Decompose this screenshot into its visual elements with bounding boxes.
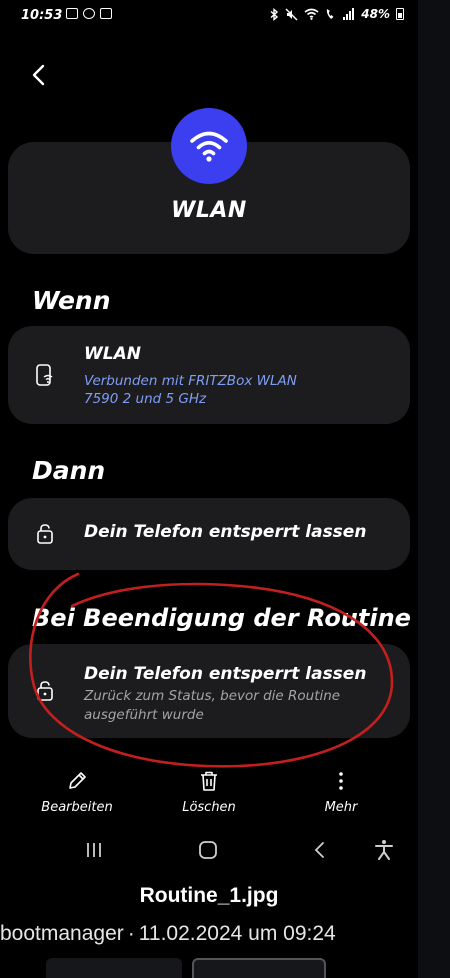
thumbnail-strip bbox=[0, 958, 450, 978]
status-bar: 10:53 48% bbox=[0, 0, 418, 30]
delete-label: Löschen bbox=[182, 800, 236, 815]
if-condition-title: WLAN bbox=[84, 344, 141, 364]
more-button[interactable]: Mehr bbox=[286, 770, 396, 815]
chevron-left-icon[interactable] bbox=[28, 62, 52, 88]
end-action-card[interactable]: Dein Telefon entsperrt lassen Zurück zum… bbox=[8, 644, 410, 738]
notification-icons bbox=[66, 8, 112, 19]
meta-separator: · bbox=[127, 922, 135, 945]
battery-icon bbox=[396, 8, 404, 20]
gallery-icon bbox=[66, 8, 78, 19]
if-condition-detail-line2: 7590 2 und 5 GHz bbox=[84, 391, 207, 407]
attachment-author: bootmanager bbox=[0, 922, 124, 945]
more-vertical-icon bbox=[339, 772, 343, 790]
signal-icon bbox=[343, 8, 355, 20]
thumbnail-tab-selected[interactable] bbox=[192, 958, 326, 978]
delete-button[interactable]: Löschen bbox=[154, 770, 264, 815]
edit-button[interactable]: Bearbeiten bbox=[22, 770, 132, 815]
if-condition-card[interactable]: WLAN Verbunden mit FRITZBox WLAN 7590 2 … bbox=[8, 326, 410, 424]
phone-wifi-icon bbox=[36, 364, 53, 386]
wifi-status-icon bbox=[304, 8, 319, 20]
lock-icon bbox=[37, 681, 53, 701]
phone-sync-icon bbox=[100, 8, 112, 19]
attachment-filename: Routine_1.jpg bbox=[139, 884, 279, 907]
routine-title: WLAN bbox=[171, 198, 247, 223]
battery-percent: 48% bbox=[361, 7, 390, 21]
end-action-detail-line2: ausgeführt wurde bbox=[84, 707, 204, 723]
more-label: Mehr bbox=[324, 800, 358, 815]
attachment-date: 11.02.2024 um 09:24 bbox=[138, 922, 336, 945]
nav-back-icon[interactable] bbox=[308, 838, 332, 862]
pencil-icon bbox=[69, 772, 86, 789]
then-action-title: Dein Telefon entsperrt lassen bbox=[84, 522, 367, 542]
section-heading-if: Wenn bbox=[32, 286, 111, 315]
then-action-card[interactable]: Dein Telefon entsperrt lassen bbox=[8, 498, 410, 570]
network-4g-icon bbox=[83, 8, 95, 19]
lock-icon bbox=[37, 524, 53, 544]
end-action-detail-line1: Zurück zum Status, bevor die Routine bbox=[84, 688, 341, 704]
routine-icon bbox=[171, 108, 247, 184]
mute-icon bbox=[285, 8, 298, 20]
recent-apps-icon[interactable] bbox=[82, 838, 106, 862]
accessibility-icon[interactable] bbox=[372, 838, 396, 862]
phone-screen: 10:53 48% WLAN Wenn WLAN Verbunden mit F… bbox=[0, 0, 418, 872]
section-heading-then: Dann bbox=[32, 456, 106, 485]
home-icon[interactable] bbox=[196, 838, 220, 862]
if-condition-detail-line1: Verbunden mit FRITZBox WLAN bbox=[84, 373, 297, 389]
system-navigation-bar bbox=[0, 832, 418, 868]
trash-icon bbox=[201, 771, 217, 791]
edit-label: Bearbeiten bbox=[41, 800, 113, 815]
wifi-icon bbox=[190, 131, 228, 162]
background-strip bbox=[418, 0, 450, 978]
bluetooth-icon bbox=[270, 7, 279, 21]
end-action-title: Dein Telefon entsperrt lassen bbox=[84, 664, 367, 684]
attachment-meta: bootmanager · 11.02.2024 um 09:24 bbox=[0, 922, 336, 946]
thumbnail-tab[interactable] bbox=[46, 958, 182, 978]
wifi-call-icon bbox=[327, 9, 334, 19]
status-time: 10:53 bbox=[21, 8, 63, 23]
system-icons: 48% bbox=[270, 7, 404, 21]
section-heading-end: Bei Beendigung der Routine bbox=[32, 604, 411, 632]
